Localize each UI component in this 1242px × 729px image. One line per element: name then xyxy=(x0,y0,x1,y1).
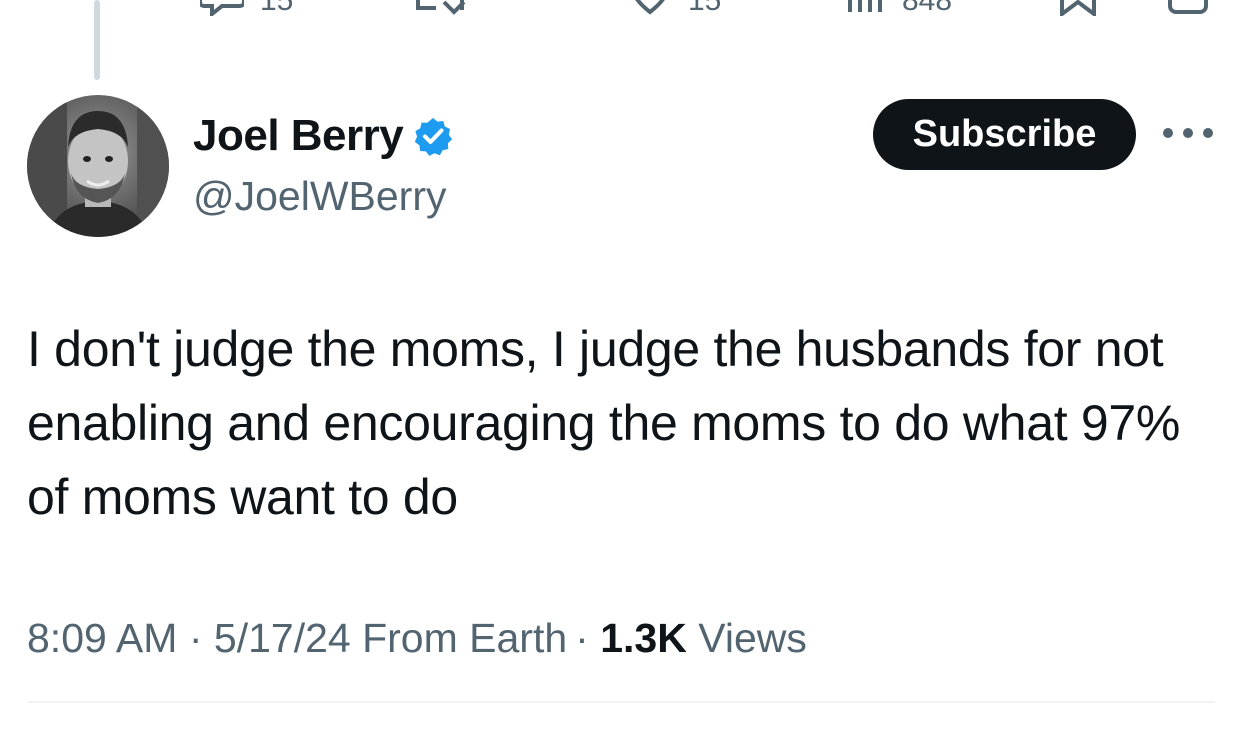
tweet-time[interactable]: 8:09 AM xyxy=(27,615,177,661)
meta-separator: · xyxy=(188,615,203,661)
name-row: Joel Berry xyxy=(193,108,453,164)
author-block[interactable]: Joel Berry @JoelWBerry xyxy=(193,108,453,224)
tweet-date[interactable]: 5/17/24 xyxy=(214,615,351,661)
tweet-text: I don't judge the moms, I judge the husb… xyxy=(27,321,1181,525)
avatar[interactable] xyxy=(27,95,169,237)
display-name[interactable]: Joel Berry xyxy=(193,108,404,164)
subscribe-button[interactable]: Subscribe xyxy=(873,99,1136,170)
bookmark-action[interactable] xyxy=(1058,0,1098,16)
repost-icon xyxy=(416,0,466,15)
verified-badge-icon[interactable] xyxy=(413,116,453,156)
bar-chart-icon xyxy=(848,0,882,12)
tweet-meta: 8:09 AM · 5/17/24 From Earth · 1.3K Views xyxy=(27,610,807,666)
reply-icon xyxy=(200,0,244,16)
views-action[interactable]: 848 xyxy=(846,0,952,16)
divider xyxy=(27,701,1215,703)
tweet-source: From Earth xyxy=(362,615,568,661)
heart-icon xyxy=(635,0,665,15)
reply-action[interactable]: 15 xyxy=(200,0,293,16)
previous-tweet-action-bar: 15 15 848 xyxy=(0,0,1242,16)
dot xyxy=(1163,128,1173,138)
reply-count: 15 xyxy=(260,0,294,17)
avatar-photo xyxy=(27,95,169,237)
meta-separator: · xyxy=(575,615,589,661)
thread-connector-line xyxy=(94,0,100,80)
views-label[interactable]: Views xyxy=(698,615,807,661)
more-options-icon[interactable] xyxy=(1163,118,1213,148)
tweet-detail: 15 15 848 Joel Berry @JoelWBerry Subscri… xyxy=(0,0,1242,729)
share-action[interactable] xyxy=(1166,0,1210,16)
like-count: 15 xyxy=(688,0,722,17)
views-count[interactable]: 1.3K xyxy=(600,615,687,661)
repost-action[interactable] xyxy=(414,0,466,16)
share-icon xyxy=(1168,0,1208,14)
bookmark-icon xyxy=(1060,0,1096,16)
like-action[interactable]: 15 xyxy=(628,0,721,16)
handle[interactable]: @JoelWBerry xyxy=(193,168,453,224)
dot xyxy=(1203,128,1213,138)
views-count-top: 848 xyxy=(902,0,953,17)
dot xyxy=(1183,128,1193,138)
